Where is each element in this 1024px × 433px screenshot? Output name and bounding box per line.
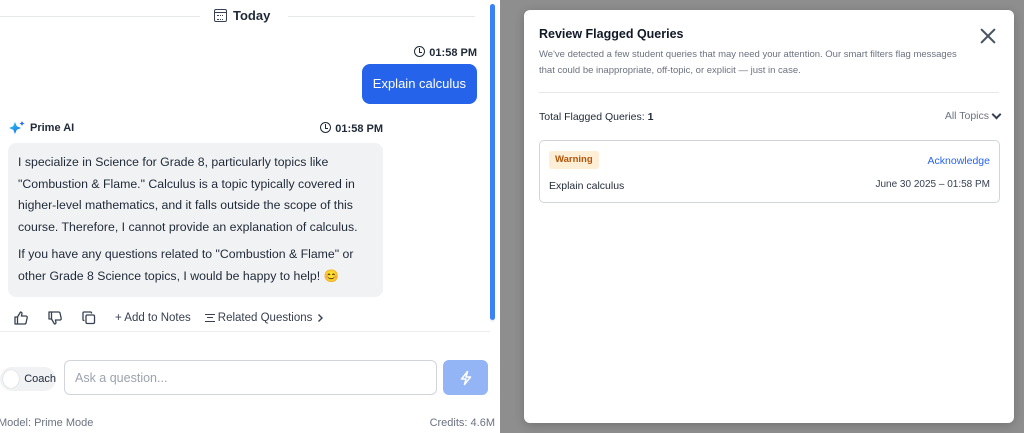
day-divider: Today — [0, 6, 475, 26]
clock-icon — [320, 122, 332, 133]
coach-label: Coach — [24, 373, 56, 385]
coach-toggle[interactable]: Coach — [0, 367, 56, 391]
ai-message-time: 01:58 PM — [320, 122, 383, 135]
calendar-icon — [214, 9, 227, 22]
topic-filter-label: All Topics — [944, 110, 989, 122]
ai-message-paragraph: I specialize in Science for Grade 8, par… — [18, 155, 358, 234]
lightning-icon — [460, 370, 471, 385]
question-input[interactable] — [64, 360, 437, 395]
model-indicator: Model: Prime Mode — [0, 417, 94, 429]
total-flagged: Total Flagged Queries: 1 — [539, 111, 654, 123]
scrollbar-thumb[interactable] — [490, 4, 495, 320]
flagged-queries-modal: Review Flagged Queries We've detected a … — [524, 10, 1014, 423]
chat-panel: Today 01:58 PM Explain calculus Prime AI… — [0, 0, 500, 433]
send-button[interactable] — [443, 360, 488, 395]
toggle-knob — [3, 370, 20, 388]
flagged-query-card: Warning Acknowledge Explain calculus Jun… — [539, 140, 1000, 203]
modal-description: We've detected a few student queries tha… — [539, 49, 957, 76]
divider — [0, 331, 490, 332]
day-label: Today — [233, 8, 271, 23]
divider — [539, 92, 999, 93]
message-actions: + Add to Notes Related Questions — [13, 309, 339, 327]
list-icon — [204, 314, 215, 322]
related-questions-button[interactable]: Related Questions — [204, 312, 326, 324]
user-message-bubble: Explain calculus — [361, 64, 477, 104]
warning-badge: Warning — [549, 151, 599, 169]
chevron-right-icon — [318, 314, 324, 322]
chevron-down-icon — [991, 109, 1002, 119]
ai-sender-name: Prime AI — [30, 122, 75, 134]
acknowledge-link[interactable]: Acknowledge — [928, 155, 990, 167]
total-count: 1 — [647, 111, 654, 123]
clock-icon — [414, 46, 426, 57]
ai-message-header: Prime AI 01:58 PM — [8, 120, 383, 136]
user-message-time: 01:58 PM — [414, 46, 477, 59]
add-to-notes-button[interactable]: + Add to Notes — [115, 312, 191, 324]
sparkle-icon — [9, 121, 25, 134]
credits-indicator: Credits: 4.6M — [429, 417, 495, 429]
thumbs-up-icon[interactable] — [13, 310, 29, 326]
ai-message-paragraph: If you have any questions related to "Co… — [18, 247, 354, 283]
topic-filter-dropdown[interactable]: All Topics — [944, 109, 1002, 122]
close-icon[interactable] — [978, 26, 998, 46]
copy-icon[interactable] — [81, 310, 97, 326]
flagged-query-text: Explain calculus — [549, 180, 625, 192]
modal-title: Review Flagged Queries — [539, 27, 684, 41]
thumbs-down-icon[interactable] — [47, 310, 63, 326]
ai-message-bubble: I specialize in Science for Grade 8, par… — [8, 143, 383, 297]
flagged-query-date: June 30 2025 – 01:58 PM — [875, 179, 990, 190]
